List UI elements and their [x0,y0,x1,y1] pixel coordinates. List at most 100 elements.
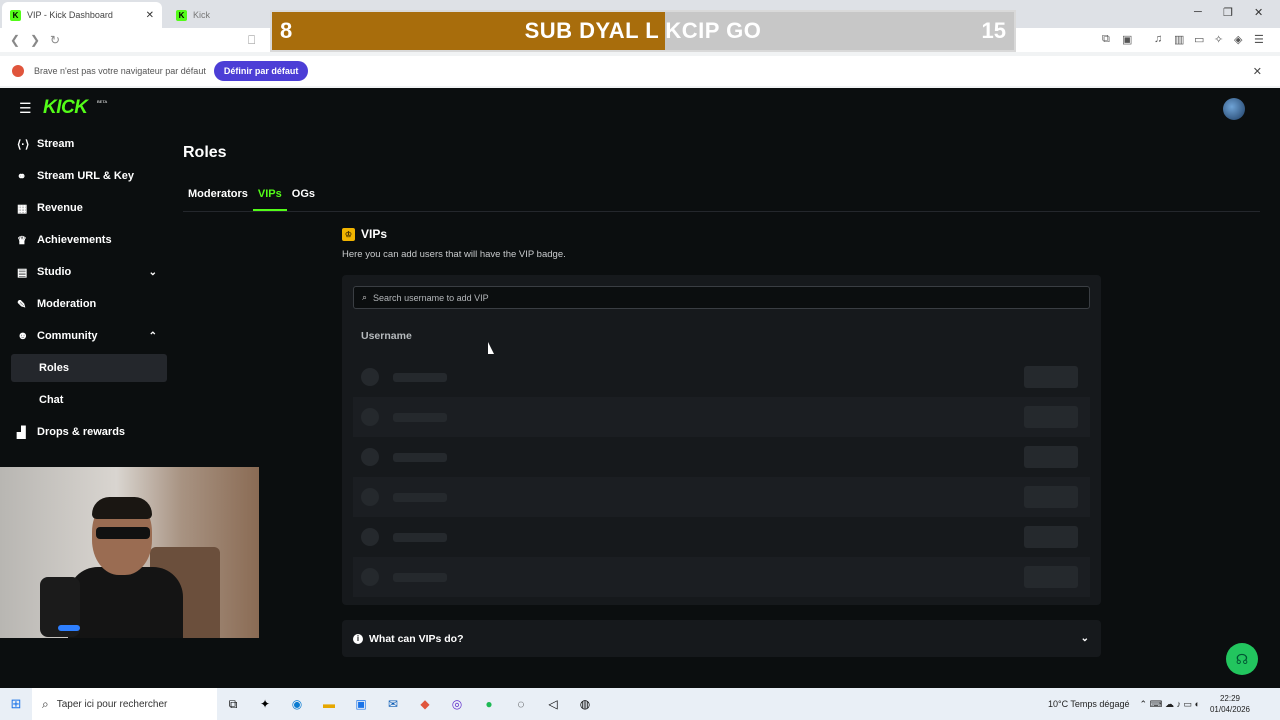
search-icon: ⌕ [362,292,368,302]
close-window-icon[interactable]: ✕ [1254,6,1263,19]
minimize-icon[interactable]: ─ [1194,6,1202,18]
sidebar-item-chat[interactable]: Chat [11,386,167,414]
skeleton-button [1024,526,1078,548]
sidebar-item-label: Moderation [37,298,97,310]
extension-icon[interactable]: ▣ [1122,33,1132,46]
skeleton-row [353,517,1090,557]
users-icon: ☻ [17,330,29,342]
sub-goal-overlay: 8 SUB DYAL L KCIP GO 15 [270,10,1016,52]
store-icon[interactable]: ▣ [345,697,377,711]
search-input[interactable]: ⌕ Search username to add VIP [353,286,1090,309]
reload-icon[interactable]: ↻ [50,33,60,47]
skeleton-button [1024,406,1078,428]
mail-icon[interactable]: ✉ [377,697,409,711]
obs-icon[interactable]: ◍ [569,697,601,711]
sidebar-item-revenue[interactable]: ▦ Revenue [11,194,167,222]
skeleton-avatar [361,368,379,386]
section-header: ♔ VIPs [342,227,387,241]
sidebar-item-moderation[interactable]: ✎ Moderation [11,290,167,318]
file-explorer-icon[interactable]: ▬ [313,697,345,711]
extension-icon[interactable]: ⧉ [1102,33,1110,46]
skeleton-button [1024,366,1078,388]
goal-text: SUB DYAL L KCIP GO [524,18,762,43]
clock-date: 01/04/2026 [1209,705,1250,714]
skeleton-button [1024,446,1078,468]
skeleton-avatar [361,568,379,586]
broadcast-icon: ⟨·⟩ [17,138,30,151]
tab-ogs[interactable]: OGs [287,184,320,211]
streamer-body [68,567,183,638]
brave-icon[interactable]: ◆ [409,697,441,711]
chart-icon: ▦ [17,202,28,215]
spotify-icon[interactable]: ● [473,697,505,711]
skeleton-avatar [361,488,379,506]
sidebar-item-community[interactable]: ☻ Community ⌃ [11,322,167,350]
close-infobar-icon[interactable]: ✕ [1253,65,1262,78]
sidebar-item-stream[interactable]: ⟨·⟩ Stream [11,130,167,158]
chevron-up-icon: ⌃ [148,330,157,342]
sidebar-item-stream-url-key[interactable]: ⚭ Stream URL & Key [11,162,167,190]
beta-badge: BETA [97,99,108,104]
bookmark-icon[interactable]: ⎕ [248,33,255,48]
system-tray: 10°C Temps dégagé ⌃ ⌨ ☁ ♪ ▭ ◐ 22:29 01/0… [1048,688,1280,720]
capcut-icon[interactable]: ◁ [537,697,569,711]
sunglasses [96,527,150,539]
user-avatar[interactable] [1223,98,1245,120]
chevron-down-icon: ⌄ [148,266,157,278]
browser-tab[interactable]: K Kick [168,2,268,28]
vpn-icon[interactable]: ◈ [1234,33,1242,46]
skeleton-button [1024,486,1078,508]
skeleton-row [353,357,1090,397]
windows-start-icon[interactable]: ⊞ [0,696,32,712]
link-icon: ⚭ [17,170,27,183]
sidebar-item-drops-rewards[interactable]: ▟ Drops & rewards [11,418,167,446]
wallet-icon[interactable]: ▭ [1194,33,1204,46]
kick-logo[interactable]: KICK [43,97,88,119]
skeleton-text [393,572,447,582]
tab-moderators[interactable]: Moderators [183,184,253,211]
brave-shield-icon [12,65,24,77]
copilot-icon[interactable]: ✦ [249,697,281,711]
section-title: VIPs [361,227,388,241]
app-icon[interactable]: ◌ [505,697,537,711]
taskbar-search[interactable]: ⌕ Taper ici pour rechercher [32,688,217,720]
info-icon: i [353,633,363,644]
sidebar-icon[interactable]: ▥ [1174,33,1184,46]
skeleton-avatar [361,408,379,426]
browser-chrome: K VIP - Kick Dashboard ✕ K Kick ─ ❐ ✕ ❮ … [0,0,1280,88]
skeleton-text [393,412,447,422]
maximize-icon[interactable]: ❐ [1223,6,1233,19]
sidebar-item-studio[interactable]: ▤ Studio ⌄ [11,258,167,286]
sidebar-item-label: Studio [37,266,72,278]
task-view-icon[interactable]: ⧉ [217,697,249,712]
back-icon[interactable]: ❮ [10,33,20,47]
sidebar-item-roles[interactable]: Roles [11,354,167,382]
tab-title: VIP - Kick Dashboard [27,10,113,20]
skeleton-row [353,397,1090,437]
skeleton-text [393,372,447,382]
set-default-button[interactable]: Définir par défaut [213,61,309,81]
edge-icon[interactable]: ◉ [281,697,313,711]
browser-tab-active[interactable]: K VIP - Kick Dashboard ✕ [2,2,162,28]
faq-accordion[interactable]: i What can VIPs do? ⌄ [342,620,1101,657]
music-icon[interactable]: ♫ [1154,33,1162,45]
leo-icon[interactable]: ✧ [1214,33,1223,46]
clock[interactable]: 22:29 01/04/2026 [1210,693,1250,715]
tab-vips[interactable]: VIPs [252,184,287,211]
tray-icons[interactable]: ⌃ ⌨ ☁ ♪ ▭ ◐ [1139,699,1199,710]
infobar-message: Brave n'est pas votre navigateur par déf… [34,66,206,76]
mic-light [58,625,80,631]
skeleton-text [393,452,447,462]
close-tab-icon[interactable]: ✕ [146,10,154,21]
sidebar-item-achievements[interactable]: ♛ Achievements [11,226,167,254]
search-icon: ⌕ [42,696,49,711]
menu-icon[interactable]: ☰ [1254,33,1264,46]
weather-widget[interactable]: 10°C Temps dégagé [1048,699,1130,709]
hamburger-menu-icon[interactable]: ☰ [19,100,32,117]
help-chat-icon[interactable]: ☊ [1226,643,1258,675]
forward-icon[interactable]: ❯ [30,33,40,47]
chrome-icon[interactable]: ◎ [441,697,473,711]
sidebar-item-label: Community [37,330,98,342]
skeleton-row [353,437,1090,477]
wrench-icon: ✎ [17,298,27,311]
